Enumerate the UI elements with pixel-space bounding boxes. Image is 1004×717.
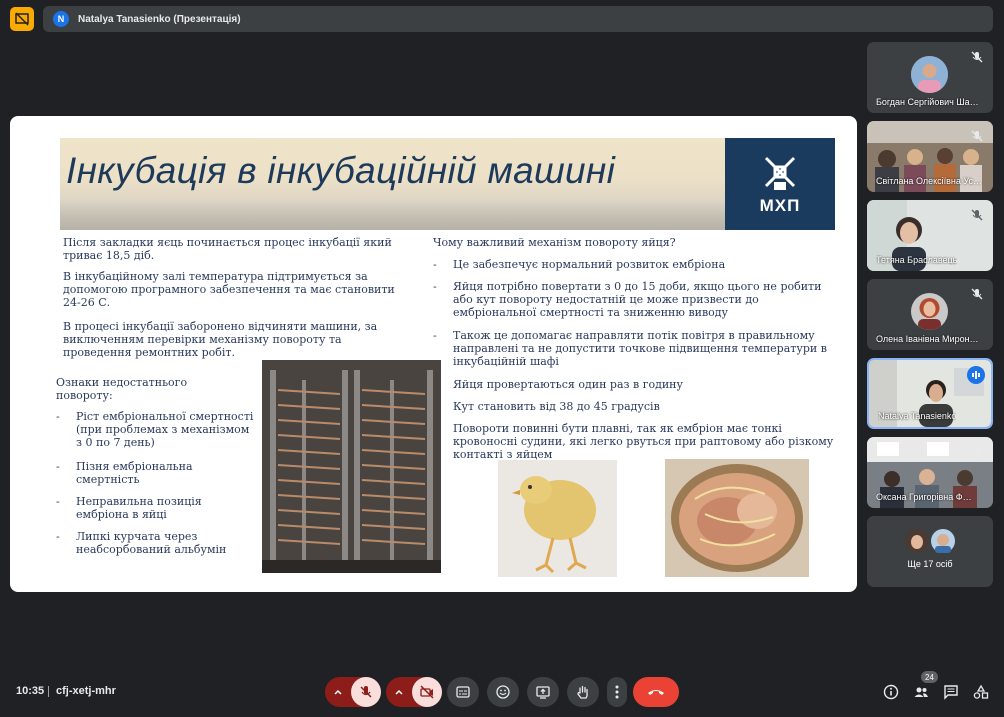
slide-title: Інкубація в інкубаційній машині [66, 150, 616, 191]
slide-paragraph-temperature: В інкубаційному залі температура підтрим… [63, 270, 395, 309]
presenter-title: Natalya Tanasienko (Презентація) [78, 13, 241, 25]
logo-text: МХП [759, 196, 801, 215]
more-vert-icon [615, 685, 619, 699]
list-item: - Пізня ембріональна смертність [56, 460, 193, 486]
slide-banner: Інкубація в інкубаційній машині [60, 138, 725, 230]
participant-name: Світлана Олексіївна Ус… [876, 176, 983, 186]
mic-off-icon [970, 208, 984, 222]
embryo-photo [665, 459, 809, 577]
raise-hand-button[interactable] [567, 677, 599, 707]
list-item: - Липкі курчата через неабсорбований альб… [56, 530, 227, 556]
audio-level-icon [967, 366, 985, 384]
participant-tile-speaking[interactable]: Natalya Tanasienko [867, 358, 993, 429]
chevron-up-icon[interactable] [325, 687, 351, 697]
participant-name: Богдан Сергійович Ша… [876, 97, 979, 107]
mic-off-icon [360, 686, 372, 698]
company-logo: МХП [725, 138, 835, 230]
people-icon[interactable] [913, 684, 929, 700]
participant-name: Олена Іванівна Мирон… [876, 334, 979, 344]
slide-paragraph-angle: Кут становить від 38 до 45 градусів [453, 400, 660, 413]
list-item: - Неправильна позиція ембріона в яйці [56, 495, 202, 521]
present-screen-button[interactable] [527, 677, 559, 707]
participant-name: Natalya Tanasienko [878, 411, 957, 421]
clock: 10:35 [16, 685, 45, 697]
meeting-code: cfj-xetj-mhr [56, 685, 116, 697]
camera-off-icon [420, 685, 434, 699]
chat-icon[interactable] [943, 684, 959, 700]
list-item: - Також це допомагає направляти потік пов… [433, 329, 827, 368]
people-count-badge: 24 [921, 671, 938, 683]
chick-photo [498, 460, 617, 577]
hand-icon [577, 685, 588, 699]
participant-name: Оксана Григорівна Ф… [876, 492, 972, 502]
slide-paragraph-incubation-duration: Після закладки яєць починається процес і… [63, 236, 392, 262]
signs-heading: Ознаки недостатнього повороту: [56, 376, 188, 402]
leave-call-button[interactable] [633, 677, 679, 707]
info-icon[interactable] [883, 684, 899, 700]
slide-paragraph-no-opening: В процесі інкубації заборонено відчиняти… [63, 320, 378, 359]
mic-off-icon [970, 129, 984, 143]
slide-paragraph-smooth-turns: Повороти повинні бути плавні, так як емб… [453, 422, 834, 461]
incubator-photo [262, 360, 441, 573]
presenter-bar: N Natalya Tanasienko (Презентація) [43, 6, 993, 32]
mic-toggle-button[interactable] [351, 677, 381, 707]
windmill-icon [764, 156, 796, 190]
camera-control-group [386, 677, 442, 707]
mic-control-group [325, 677, 381, 707]
more-options-button[interactable] [607, 677, 627, 707]
avatar [931, 528, 955, 553]
hang-up-icon [648, 690, 664, 695]
question-heading: Чому важливий механізм повороту яйця? [433, 236, 676, 249]
participant-tile[interactable]: Оксана Григорівна Ф… [867, 437, 993, 508]
reactions-button[interactable] [487, 677, 519, 707]
participant-tile[interactable]: Богдан Сергійович Ша… [867, 42, 993, 113]
more-participants-tile[interactable]: Ще 17 осіб [867, 516, 993, 587]
captions-icon [456, 686, 470, 698]
activities-icon[interactable] [973, 684, 989, 700]
more-participants-label: Ще 17 осіб [907, 558, 953, 569]
avatar [905, 528, 929, 553]
participant-tile[interactable]: Світлана Олексіївна Ус… [867, 121, 993, 192]
mic-off-icon [970, 287, 984, 301]
chevron-up-icon[interactable] [386, 687, 412, 697]
list-item: - Ріст ембріональної смертності (при проб… [56, 410, 254, 449]
participant-tile[interactable]: Тетяна Браславець [867, 200, 993, 271]
present-icon [536, 685, 550, 699]
list-item: - Яйця потрібно повертати з 0 до 15 доби,… [433, 280, 822, 319]
presenter-avatar: N [53, 11, 69, 27]
list-item: - Це забезпечує нормальний розвиток ембрі… [433, 258, 726, 271]
mic-off-icon [970, 445, 984, 459]
participant-name: Тетяна Браславець [876, 255, 958, 265]
slide-paragraph-once-per-hour: Яйця провертаються один раз в годину [453, 378, 683, 391]
participant-tile[interactable]: Олена Іванівна Мирон… [867, 279, 993, 350]
presentation-slide: Інкубація в інкубаційній машині МХП Післ… [10, 116, 857, 592]
camera-toggle-button[interactable] [412, 677, 442, 707]
more-participants-avatars [905, 528, 955, 553]
avatar [911, 56, 948, 93]
divider [48, 686, 49, 697]
avatar [911, 293, 948, 330]
presentation-off-icon[interactable] [10, 7, 34, 31]
emoji-icon [496, 685, 510, 699]
mic-off-icon [970, 50, 984, 64]
captions-button[interactable] [447, 677, 479, 707]
